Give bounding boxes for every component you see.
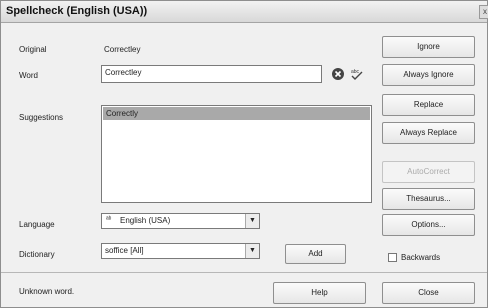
window-title: Spellcheck (English (USA)) — [6, 5, 148, 17]
autocorrect-button: AutoCorrect — [382, 161, 475, 183]
always-ignore-button[interactable]: Always Ignore — [382, 64, 475, 86]
title-bar: Spellcheck (English (USA)) x — [1, 1, 488, 23]
replace-button[interactable]: Replace — [382, 94, 475, 116]
language-dropdown-arrow-icon[interactable]: ▼ — [245, 214, 259, 228]
dictionary-dropdown[interactable]: soffice [All] ▼ — [101, 243, 260, 259]
backwards-label[interactable]: Backwards — [401, 253, 440, 262]
thesaurus-button[interactable]: Thesaurus... — [382, 188, 475, 210]
original-label: Original — [19, 45, 47, 54]
suggestion-item-text: Correctly — [106, 109, 139, 118]
suggestions-label: Suggestions — [19, 113, 64, 122]
status-text: Unknown word. — [19, 287, 75, 296]
suggestion-item[interactable]: Correctly — [103, 107, 370, 120]
word-field-text: Correctley — [105, 68, 142, 77]
spellcheck-dialog: Spellcheck (English (USA)) x Original Co… — [0, 0, 488, 308]
language-label: Language — [19, 220, 55, 229]
clear-word-icon[interactable] — [331, 67, 345, 83]
word-field[interactable]: Correctley — [101, 65, 322, 83]
language-dropdown[interactable]: ᵃᵇ English (USA) ▼ — [101, 213, 260, 229]
dictionary-label: Dictionary — [19, 250, 55, 259]
close-button[interactable]: Close — [382, 282, 475, 304]
add-button[interactable]: Add — [285, 244, 346, 264]
ignore-button[interactable]: Ignore — [382, 36, 475, 58]
language-flag-icon: ᵃᵇ — [106, 216, 112, 223]
bottom-separator — [1, 272, 487, 273]
language-value: English (USA) — [120, 216, 171, 225]
dictionary-dropdown-arrow-icon[interactable]: ▼ — [245, 244, 259, 258]
help-button[interactable]: Help — [273, 282, 366, 304]
dictionary-value: soffice [All] — [105, 246, 144, 255]
word-label: Word — [19, 71, 38, 80]
options-button[interactable]: Options... — [382, 214, 475, 236]
backwards-checkbox[interactable] — [388, 253, 397, 262]
abc-check-icon[interactable]: abc — [349, 66, 365, 82]
always-replace-button[interactable]: Always Replace — [382, 122, 475, 144]
svg-text:abc: abc — [351, 69, 360, 75]
suggestions-list[interactable]: Correctly — [101, 105, 372, 203]
original-value: Correctley — [104, 45, 141, 54]
window-close-button[interactable]: x — [479, 5, 488, 19]
